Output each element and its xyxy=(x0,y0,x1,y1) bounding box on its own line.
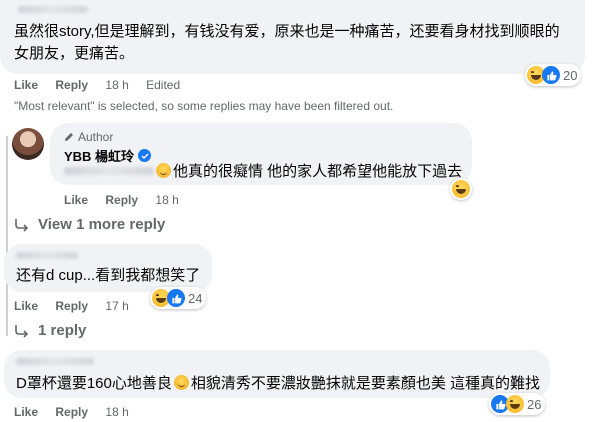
like-icon xyxy=(542,66,560,84)
thread-line xyxy=(6,136,8,336)
timestamp[interactable]: 18 h xyxy=(105,405,128,419)
reply-button[interactable]: Reply xyxy=(55,405,88,419)
comment-actions: Like Reply 18 h Edited xyxy=(14,78,194,92)
redacted-name xyxy=(16,358,94,365)
timestamp[interactable]: 17 h xyxy=(105,299,128,313)
comment-text: 还有d cup...看到我都想笑了 xyxy=(16,267,201,284)
comment-text: D罩杯還要160心地善良 相貌清秀不要濃妝艷抹就是要素顏也美 這種真的難找 xyxy=(16,375,541,392)
view-more-replies-link[interactable]: View 1 more reply xyxy=(14,216,165,233)
author-name[interactable]: YBB 楊虹玲 xyxy=(64,146,152,165)
reaction-summary[interactable]: 24 xyxy=(150,287,207,309)
like-button[interactable]: Like xyxy=(64,193,88,207)
reply-actions: Like Reply 18 h xyxy=(64,193,193,207)
haha-icon xyxy=(506,395,524,413)
reaction-summary[interactable] xyxy=(450,178,472,200)
smile-emoji-icon xyxy=(156,163,171,178)
comment-bubble: 虽然很story,但是理解到，有钱没有爱，原来也是一种痛苦，还要看身材找到顺眼的… xyxy=(0,0,585,74)
timestamp[interactable]: 18 h xyxy=(155,193,178,207)
like-button[interactable]: Like xyxy=(14,405,38,419)
edited-label: Edited xyxy=(146,78,181,92)
reply-text: 他真的很癡情 他的家人都希望他能放下過去 xyxy=(154,162,462,182)
reply-button[interactable]: Reply xyxy=(55,299,88,313)
redacted-name xyxy=(16,252,78,259)
timestamp[interactable]: 18 h xyxy=(105,78,128,92)
avatar[interactable] xyxy=(12,128,44,160)
reaction-count: 24 xyxy=(188,290,203,306)
reply-arrow-icon xyxy=(15,218,29,232)
like-button[interactable]: Like xyxy=(14,299,38,313)
reaction-count: 26 xyxy=(527,396,542,412)
reply-button[interactable]: Reply xyxy=(105,193,138,207)
reply-bubble: Author YBB 楊虹玲 他真的很癡情 他的家人都希望他能放下過去 xyxy=(50,123,472,185)
like-icon xyxy=(167,289,185,307)
replies-link[interactable]: 1 reply xyxy=(14,322,86,339)
comment-bubble: 还有d cup...看到我都想笑了 xyxy=(4,244,212,292)
reply-arrow-icon xyxy=(15,324,29,338)
comment-actions: Like Reply 18 h xyxy=(14,405,143,419)
pencil-icon xyxy=(65,133,73,141)
like-button[interactable]: Like xyxy=(14,78,38,92)
filter-note: "Most relevant" is selected, so some rep… xyxy=(14,99,394,113)
reply-button[interactable]: Reply xyxy=(55,78,88,92)
comment-bubble: D罩杯還要160心地善良 相貌清秀不要濃妝艷抹就是要素顏也美 這種真的難找 xyxy=(4,350,550,398)
verified-icon xyxy=(138,149,152,162)
reaction-summary[interactable]: 26 xyxy=(489,393,546,415)
redacted-name xyxy=(18,6,88,13)
comment-text: 虽然很story,但是理解到，有钱没有爱，原来也是一种痛苦，还要看身材找到顺眼的 xyxy=(14,23,560,40)
haha-icon xyxy=(452,180,470,198)
reaction-summary[interactable]: 20 xyxy=(525,64,582,86)
redacted-mention xyxy=(64,167,154,175)
author-badge: Author xyxy=(64,130,113,144)
comment-text: 女朋友，更痛苦。 xyxy=(14,45,135,62)
reaction-count: 20 xyxy=(563,67,578,83)
comment-actions: Like Reply 17 h xyxy=(14,299,143,313)
smile-emoji-icon xyxy=(173,375,189,390)
